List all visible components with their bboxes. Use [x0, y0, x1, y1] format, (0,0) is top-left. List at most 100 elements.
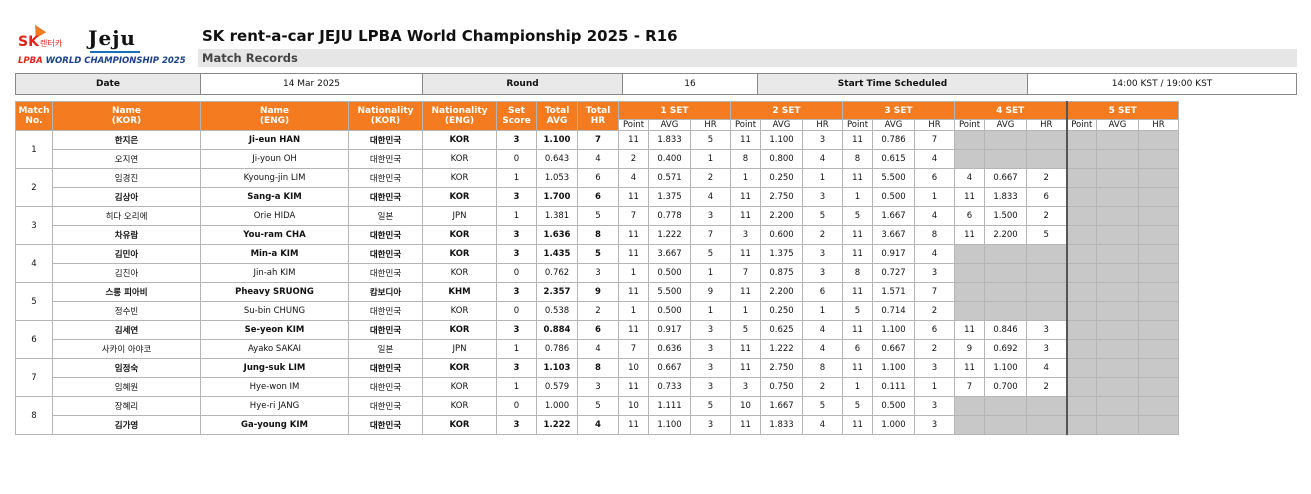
set-2-point: 8	[730, 149, 761, 169]
total-hr: 8	[577, 225, 619, 245]
player-name-eng: Su-bin CHUNG	[200, 301, 349, 321]
set-3-hr: 1	[914, 377, 955, 397]
set-3-point: 11	[842, 225, 873, 245]
set-2-avg: 1.667	[760, 396, 803, 416]
set-1-avg: 1.111	[648, 396, 691, 416]
set-1-point: 7	[618, 206, 649, 226]
player-name-kor: 임경진	[52, 168, 201, 188]
set-2-hr: 5	[802, 206, 843, 226]
empty-cell	[1096, 320, 1139, 340]
empty-cell	[1065, 187, 1097, 207]
set-4-avg: 0.700	[984, 377, 1027, 397]
nationality-eng: KOR	[422, 358, 497, 378]
set-1-point: 11	[618, 187, 649, 207]
set-3-point: 5	[842, 301, 873, 321]
header-set-4-point: Point	[954, 119, 985, 131]
header-set-score: Set Score	[496, 101, 537, 131]
set-2-point: 3	[730, 225, 761, 245]
empty-cell	[984, 149, 1027, 169]
nationality-kor: 대한민국	[348, 130, 423, 150]
empty-cell	[1065, 358, 1097, 378]
total-hr: 4	[577, 339, 619, 359]
empty-cell	[1138, 187, 1179, 207]
nationality-eng: KOR	[422, 415, 497, 435]
empty-cell	[1138, 149, 1179, 169]
set-3-avg: 0.500	[872, 187, 915, 207]
set-1-avg: 1.833	[648, 130, 691, 150]
player-name-eng: Min-a KIM	[200, 244, 349, 264]
header-nationality-eng: Nationality (ENG)	[422, 101, 497, 131]
nationality-kor: 대한민국	[348, 225, 423, 245]
set-2-hr: 1	[802, 301, 843, 321]
match-number: 3	[15, 206, 53, 245]
set-3-avg: 0.500	[872, 396, 915, 416]
empty-cell	[1065, 415, 1097, 435]
table-row: 7 임정숙 Jung-suk LIM 대한민국 KOR 3 1.103 8 10 0.667 3 11…	[15, 358, 1179, 397]
nationality-kor: 일본	[348, 339, 423, 359]
empty-cell	[1065, 168, 1097, 188]
set-score: 3	[496, 282, 537, 302]
empty-cell	[1065, 149, 1097, 169]
set-2-point: 1	[730, 301, 761, 321]
set-2-avg: 2.750	[760, 358, 803, 378]
header-set-3-point: Point	[842, 119, 873, 131]
empty-cell	[1065, 225, 1097, 245]
total-avg: 1.381	[536, 206, 578, 226]
total-hr: 9	[577, 282, 619, 302]
set-1-avg: 0.571	[648, 168, 691, 188]
empty-cell	[1096, 263, 1139, 283]
nationality-kor: 대한민국	[348, 244, 423, 264]
set-4-point: 9	[954, 339, 985, 359]
empty-cell	[954, 301, 985, 321]
empty-cell	[1096, 187, 1139, 207]
set-2-hr: 3	[802, 187, 843, 207]
set-3-hr: 3	[914, 396, 955, 416]
set-2-hr: 4	[802, 339, 843, 359]
set-3-point: 11	[842, 358, 873, 378]
total-avg: 1.222	[536, 415, 578, 435]
set-1-hr: 5	[690, 130, 731, 150]
lpba-logo: SK 렌터카 Jeju LPBA WORLD CHAMPIONSHIP 2025	[18, 21, 198, 68]
set-1-point: 11	[618, 130, 649, 150]
table-row: 차유람 You-ram CHA 대한민국 KOR 3 1.636 8 11 1.222 7 3 0.6…	[16, 225, 1179, 245]
set-2-avg: 0.875	[760, 263, 803, 283]
match-number: 1	[15, 130, 53, 169]
total-avg: 1.435	[536, 244, 578, 264]
set-score: 3	[496, 187, 537, 207]
set-3-point: 5	[842, 396, 873, 416]
set-score: 1	[496, 377, 537, 397]
empty-cell	[954, 396, 985, 416]
total-hr: 3	[577, 263, 619, 283]
set-3-hr: 6	[914, 320, 955, 340]
header-set-2-point: Point	[730, 119, 761, 131]
empty-cell	[954, 282, 985, 302]
total-hr: 2	[577, 301, 619, 321]
set-2-point: 11	[730, 206, 761, 226]
player-name-kor: 김진아	[52, 263, 201, 283]
set-1-avg: 0.500	[648, 263, 691, 283]
header-set-1: 1 SET	[618, 101, 731, 120]
set-3-point: 1	[842, 187, 873, 207]
round-label: Round	[422, 73, 623, 95]
nationality-kor: 대한민국	[348, 358, 423, 378]
table-row: 2 임경진 Kyoung-jin LIM 대한민국 KOR 1 1.053 6 4 0.571 2 1…	[15, 168, 1179, 207]
set-1-hr: 4	[690, 187, 731, 207]
nationality-kor: 대한민국	[348, 263, 423, 283]
set-1-point: 11	[618, 320, 649, 340]
player-name-eng: Se-yeon KIM	[200, 320, 349, 340]
empty-cell	[954, 130, 985, 150]
player-name-eng: Pheavy SRUONG	[200, 282, 349, 302]
set-3-hr: 7	[914, 282, 955, 302]
set-1-hr: 7	[690, 225, 731, 245]
set-4-avg: 1.833	[984, 187, 1027, 207]
nationality-kor: 대한민국	[348, 396, 423, 416]
set-1-point: 10	[618, 358, 649, 378]
set-1-hr: 5	[690, 396, 731, 416]
set-4-avg: 1.100	[984, 358, 1027, 378]
page-title: SK rent-a-car JEJU LPBA World Championsh…	[202, 27, 678, 45]
set-2-avg: 0.600	[760, 225, 803, 245]
player-name-eng: Ayako SAKAI	[200, 339, 349, 359]
match-number: 4	[15, 244, 53, 283]
empty-cell	[954, 149, 985, 169]
set-4-hr: 2	[1026, 206, 1067, 226]
